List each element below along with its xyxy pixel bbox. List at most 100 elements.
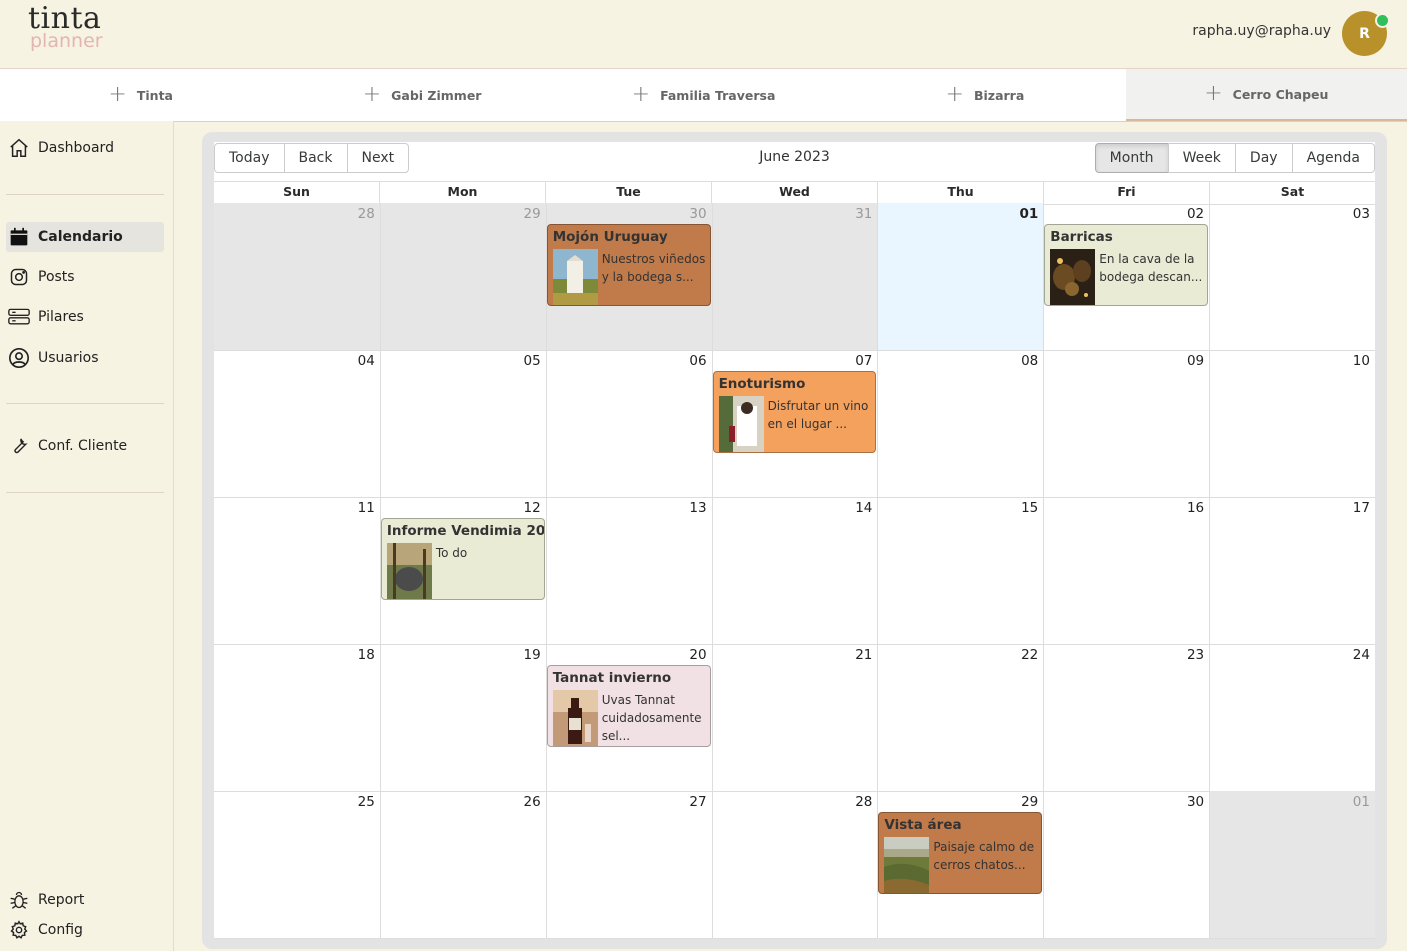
date-number[interactable]: 28 (358, 206, 375, 222)
date-number[interactable]: 19 (524, 647, 541, 663)
day-cell[interactable]: 04 (214, 350, 380, 497)
sidebar-item-pilares[interactable]: Pilares (6, 302, 164, 332)
date-number[interactable]: 24 (1353, 647, 1370, 663)
month-view-button[interactable]: Month (1094, 143, 1169, 173)
day-cell[interactable]: 15 (877, 497, 1043, 644)
tab-gabi-zimmer[interactable]: + Gabi Zimmer (281, 69, 562, 121)
date-number[interactable]: 09 (1187, 353, 1204, 369)
day-cell[interactable]: 24 (1209, 644, 1375, 791)
day-cell[interactable]: 26 (379, 791, 546, 938)
date-number[interactable]: 20 (689, 647, 706, 663)
sidebar-divider (6, 403, 164, 404)
day-cell[interactable]: 08 (877, 350, 1043, 497)
calendar-event[interactable]: Mojón Uruguay Nuestros viñedos y la bodeg… (546, 224, 711, 306)
server-icon (8, 306, 30, 328)
sidebar-item-conf-cliente[interactable]: Conf. Cliente (6, 431, 164, 461)
day-cell[interactable]: 01 (1209, 791, 1375, 938)
day-cell[interactable]: 14 (711, 497, 878, 644)
day-cell[interactable]: 23 (1043, 644, 1209, 791)
date-number[interactable]: 30 (1187, 794, 1204, 810)
tab-bizarra[interactable]: + Bizarra (844, 69, 1125, 121)
day-cell[interactable]: 16 (1043, 497, 1209, 644)
day-cell[interactable]: 17 (1209, 497, 1375, 644)
gear-icon (8, 919, 30, 941)
sidebar-item-report[interactable]: Report (6, 885, 164, 915)
date-number[interactable]: 16 (1187, 500, 1204, 516)
date-number[interactable]: 04 (358, 353, 375, 369)
calendar-event[interactable]: Enoturismo Disfrutar un vino en el lugar … (712, 371, 877, 453)
date-number[interactable]: 21 (855, 647, 872, 663)
date-number[interactable]: 06 (689, 353, 706, 369)
calendar-icon (8, 226, 30, 248)
day-cell[interactable]: 25 (214, 791, 380, 938)
date-number[interactable]: 26 (524, 794, 541, 810)
date-number[interactable]: 31 (855, 206, 872, 222)
sidebar-divider (6, 194, 164, 195)
day-cell[interactable]: 13 (545, 497, 712, 644)
tab-label: Cerro Chapeu (1232, 86, 1329, 102)
calendar-event[interactable]: Informe Vendimia 2023 To do (380, 518, 545, 600)
day-cell[interactable]: 09 (1043, 350, 1209, 497)
date-number[interactable]: 12 (524, 500, 541, 516)
weekday-label: Sat (1209, 182, 1375, 204)
day-cell[interactable]: 31 (711, 203, 878, 350)
date-number[interactable]: 22 (1021, 647, 1038, 663)
date-number[interactable]: 11 (358, 500, 375, 516)
date-number[interactable]: 07 (855, 353, 872, 369)
tab-familia-traversa[interactable]: + Familia Traversa (563, 69, 844, 121)
day-cell[interactable]: 22 (877, 644, 1043, 791)
date-number[interactable]: 27 (689, 794, 706, 810)
date-number[interactable]: 10 (1353, 353, 1370, 369)
agenda-view-button[interactable]: Agenda (1291, 143, 1375, 173)
sidebar-item-posts[interactable]: Posts (6, 262, 164, 292)
day-cell[interactable]: 28 (711, 791, 878, 938)
date-number[interactable]: 13 (689, 500, 706, 516)
date-number[interactable]: 28 (855, 794, 872, 810)
app-logo[interactable]: tinta planner (28, 4, 103, 51)
date-number[interactable]: 05 (524, 353, 541, 369)
day-cell[interactable]: 06 (545, 350, 712, 497)
day-cell[interactable]: 21 (711, 644, 878, 791)
date-number[interactable]: 30 (689, 206, 706, 222)
date-number[interactable]: 29 (1021, 794, 1038, 810)
date-number[interactable]: 18 (358, 647, 375, 663)
day-cell[interactable]: 28 (214, 203, 380, 350)
post-thumbnail (552, 690, 598, 746)
date-number[interactable]: 29 (524, 206, 541, 222)
event-title: Mojón Uruguay (552, 229, 668, 245)
day-cell[interactable]: 01 (877, 203, 1044, 350)
calendar-event[interactable]: Barricas En la cava de la bodega descan..… (1044, 224, 1209, 306)
sidebar-item-calendario[interactable]: Calendario (6, 222, 164, 252)
calendar-event[interactable]: Tannat invierno Uvas Tannat cuidadosament… (546, 665, 711, 747)
date-number[interactable]: 03 (1353, 206, 1370, 222)
week-view-button[interactable]: Week (1167, 143, 1236, 173)
day-cell[interactable]: 11 (214, 497, 380, 644)
calendar: Today Back Next June 2023 Month Week Day… (214, 142, 1375, 939)
date-number[interactable]: 01 (1353, 794, 1370, 810)
calendar-event[interactable]: Vista área Paisaje calmo de cerros chatos… (878, 812, 1043, 894)
date-number[interactable]: 25 (358, 794, 375, 810)
day-cell[interactable]: 29 (379, 203, 546, 350)
day-cell[interactable]: 19 (379, 644, 546, 791)
date-number[interactable]: 14 (855, 500, 872, 516)
date-number[interactable]: 17 (1353, 500, 1370, 516)
sidebar-item-usuarios[interactable]: Usuarios (6, 343, 164, 373)
date-number[interactable]: 23 (1187, 647, 1204, 663)
sidebar-item-dashboard[interactable]: Dashboard (6, 133, 164, 163)
tab-cerro-chapeu[interactable]: + Cerro Chapeu (1125, 69, 1407, 121)
day-cell[interactable]: 05 (379, 350, 546, 497)
day-cell[interactable]: 30 (1043, 791, 1209, 938)
event-description: Paisaje calmo de cerros chatos... (933, 840, 1035, 872)
day-cell[interactable]: 10 (1209, 350, 1375, 497)
date-number[interactable]: 02 (1187, 206, 1204, 222)
sidebar-item-config[interactable]: Config (6, 915, 164, 945)
date-number[interactable]: 01 (1019, 206, 1038, 222)
date-number[interactable]: 08 (1021, 353, 1038, 369)
tab-tinta[interactable]: + Tinta (0, 69, 281, 121)
day-cell[interactable]: 03 (1209, 203, 1375, 350)
plus-icon: + (362, 82, 382, 107)
date-number[interactable]: 15 (1021, 500, 1038, 516)
day-cell[interactable]: 27 (545, 791, 712, 938)
day-view-button[interactable]: Day (1234, 143, 1293, 173)
day-cell[interactable]: 18 (214, 644, 380, 791)
